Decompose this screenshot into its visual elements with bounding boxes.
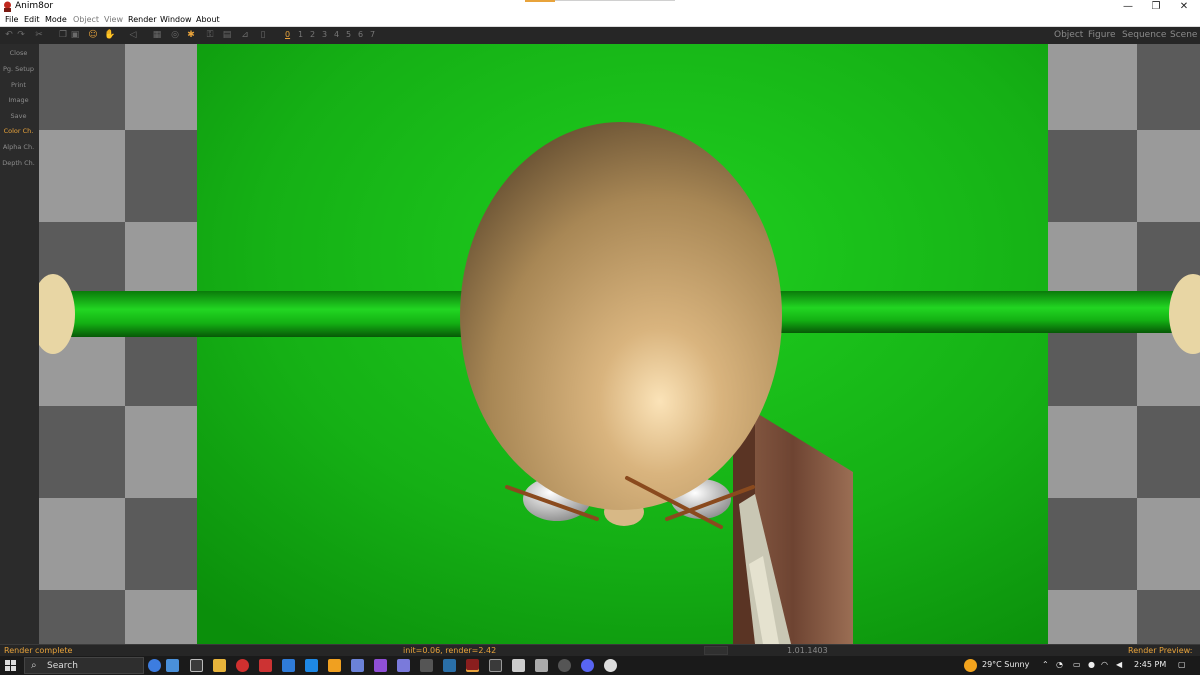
menu-view[interactable]: View: [104, 15, 123, 24]
soccer-app-icon[interactable]: [148, 659, 161, 672]
file-explorer-icon[interactable]: [213, 659, 226, 672]
menu-file[interactable]: File: [5, 15, 18, 24]
microphone-icon[interactable]: ●: [1088, 660, 1095, 669]
smiley-icon[interactable]: ☺: [88, 30, 98, 40]
chart-icon[interactable]: ⊿: [240, 30, 250, 40]
unity-icon[interactable]: [420, 659, 433, 672]
undo-icon[interactable]: ↶: [4, 30, 14, 40]
save-button[interactable]: Save: [0, 112, 37, 120]
render-image: [39, 44, 1200, 644]
app-icon-orange[interactable]: [328, 659, 341, 672]
print-button[interactable]: Print: [0, 81, 37, 89]
taskbar-search[interactable]: ⌕ Search: [24, 657, 144, 674]
cut-icon[interactable]: ✂: [34, 30, 44, 40]
status-message: Render complete: [4, 646, 73, 655]
key-icon[interactable]: ⚿: [205, 30, 215, 40]
window-title: Anim8or: [15, 1, 54, 11]
menu-bar: File Edit Mode Object View Render Window…: [0, 14, 1200, 27]
app-icon-purple[interactable]: [397, 659, 410, 672]
steam-icon[interactable]: [443, 659, 456, 672]
pen-app-icon[interactable]: [166, 659, 179, 672]
frame-6[interactable]: 6: [358, 30, 363, 39]
weather-sun-icon: [964, 659, 977, 672]
clock-time[interactable]: 2:45 PM: [1134, 660, 1166, 669]
toolbar: ↶ ↷ ✂ ❐ ▣ ☺ ✋ ◁ ▦ ◎ ✱ ⚿ ▤ ⊿ ▯ 0 1 2 3 4 …: [0, 27, 1200, 44]
status-bar: Render complete init=0.06, render=2.42 1…: [0, 644, 1200, 656]
menu-edit[interactable]: Edit: [24, 15, 40, 24]
close-button[interactable]: ✕: [1171, 0, 1197, 14]
title-bar: Anim8or — ❐ ✕: [0, 0, 1200, 14]
menu-object[interactable]: Object: [73, 15, 99, 24]
menu-mode[interactable]: Mode: [45, 15, 67, 24]
render-viewport[interactable]: [39, 44, 1200, 644]
copy-icon[interactable]: ❐: [58, 30, 68, 40]
menu-window[interactable]: Window: [160, 15, 192, 24]
volume-icon[interactable]: ◀: [1116, 660, 1122, 669]
frame-3[interactable]: 3: [322, 30, 327, 39]
monitor-app-icon[interactable]: [535, 659, 548, 672]
tray-app-icon[interactable]: ◔: [1056, 660, 1063, 669]
search-icon: ⌕: [31, 660, 37, 671]
frame-0[interactable]: 0: [285, 30, 290, 39]
clock-app-icon[interactable]: [558, 659, 571, 672]
hand-icon[interactable]: ✋: [104, 30, 115, 40]
render-preview-label: Render Preview:: [1128, 646, 1193, 655]
visual-studio-icon[interactable]: [374, 659, 387, 672]
target-icon[interactable]: ◎: [170, 30, 180, 40]
menu-about[interactable]: About: [196, 15, 220, 24]
search-label: Search: [47, 661, 78, 671]
paste-icon[interactable]: ▣: [70, 30, 80, 40]
window-app-icon[interactable]: [512, 659, 525, 672]
mode-sequence[interactable]: Sequence: [1122, 30, 1166, 40]
frame-2[interactable]: 2: [310, 30, 315, 39]
frame-4[interactable]: 4: [334, 30, 339, 39]
mode-object[interactable]: Object: [1054, 30, 1083, 40]
notepad-icon[interactable]: [351, 659, 364, 672]
frame-7[interactable]: 7: [370, 30, 375, 39]
status-field: [704, 646, 728, 655]
mail-icon[interactable]: [282, 659, 295, 672]
app-logo-icon: [4, 1, 11, 12]
frame-1[interactable]: 1: [298, 30, 303, 39]
light-icon[interactable]: ✱: [186, 30, 196, 40]
app-icon-gray[interactable]: [489, 659, 502, 672]
tray-keyboard-icon[interactable]: ▭: [1073, 660, 1081, 669]
mode-figure[interactable]: Figure: [1088, 30, 1115, 40]
close-render-button[interactable]: Close: [0, 49, 37, 57]
anim8or-taskbar-icon[interactable]: [466, 659, 479, 672]
discord-icon[interactable]: [581, 659, 594, 672]
alpha-channel-button[interactable]: Alpha Ch.: [0, 143, 37, 151]
render-timing: init=0.06, render=2.42: [403, 646, 497, 655]
mode-scene[interactable]: Scene: [1170, 30, 1197, 40]
opera-icon[interactable]: [236, 659, 249, 672]
menu-render[interactable]: Render: [128, 15, 156, 24]
image-button[interactable]: Image: [0, 96, 37, 104]
tray-chevron-icon[interactable]: ⌃: [1042, 660, 1049, 669]
version-label: 1.01.1403: [787, 646, 828, 655]
weather-text[interactable]: 29°C Sunny: [982, 660, 1029, 669]
title-accent-bar: [525, 0, 555, 2]
app-icon-red[interactable]: [259, 659, 272, 672]
minimize-button[interactable]: —: [1115, 0, 1141, 14]
color-channel-button[interactable]: Color Ch.: [0, 127, 37, 135]
title-divider: [555, 0, 675, 1]
notifications-icon[interactable]: ▢: [1178, 660, 1186, 669]
restore-button[interactable]: ❐: [1143, 0, 1169, 14]
render-side-panel: Close Pg. Setup Print Image Save Color C…: [0, 44, 39, 644]
layer-icon[interactable]: ▤: [222, 30, 232, 40]
egg-body: [460, 122, 782, 510]
media-player-icon[interactable]: [604, 659, 617, 672]
speaker-icon[interactable]: ◁: [128, 30, 138, 40]
frame-5[interactable]: 5: [346, 30, 351, 39]
store-icon[interactable]: [305, 659, 318, 672]
redo-icon[interactable]: ↷: [16, 30, 26, 40]
os-taskbar: ⌕ Search 29°C Sunny ⌃ ◔ ▭ ● ◠ ◀ 2:45 PM …: [0, 656, 1200, 675]
wifi-icon[interactable]: ◠: [1101, 660, 1108, 669]
bar-icon[interactable]: ▯: [258, 30, 268, 40]
depth-channel-button[interactable]: Depth Ch.: [0, 159, 37, 167]
task-view-icon[interactable]: [190, 659, 203, 672]
grid-icon[interactable]: ▦: [152, 30, 162, 40]
page-setup-button[interactable]: Pg. Setup: [0, 65, 37, 73]
windows-start-icon[interactable]: [5, 660, 16, 671]
